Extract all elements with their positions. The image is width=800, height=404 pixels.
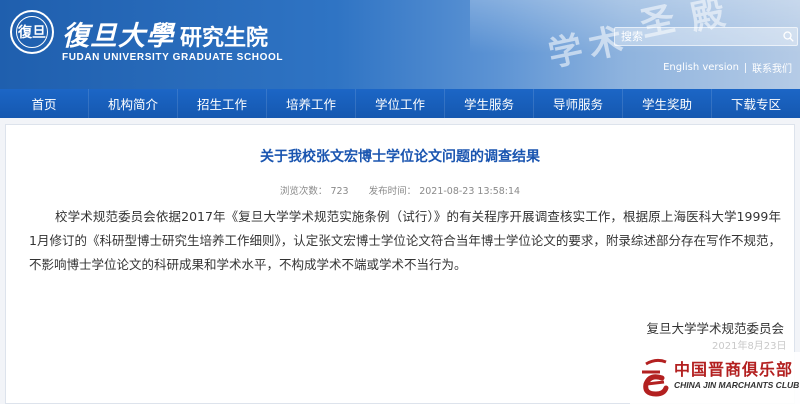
published-time: 2021-08-23 13:58:14	[419, 186, 521, 197]
nav-item-about[interactable]: 机构简介	[89, 89, 178, 118]
site-title-english: FUDAN UNIVERSITY GRADUATE SCHOOL	[62, 52, 284, 63]
university-name: 復旦大學	[62, 21, 174, 52]
nav-item-scholarships[interactable]: 学生奖助	[623, 89, 712, 118]
article-body: 校学术规范委员会依据2017年《复旦大学学术规范实施条例（试行）》的有关程序开展…	[29, 209, 781, 272]
english-version-link[interactable]: English version	[663, 62, 739, 73]
views-label: 浏览次数：	[279, 186, 328, 197]
link-divider	[745, 62, 746, 73]
contact-us-link[interactable]: 联系我们	[752, 60, 792, 75]
nav-item-degrees[interactable]: 学位工作	[356, 89, 445, 118]
search-box	[614, 27, 798, 46]
nav-item-student-services[interactable]: 学生服务	[445, 89, 534, 118]
club-logo-icon	[642, 358, 669, 397]
published-label: 发布时间：	[368, 186, 417, 197]
site-title[interactable]: 復旦大學 研究生院	[62, 14, 268, 53]
banner-calligraphy-char: 学	[544, 28, 587, 76]
search-input[interactable]	[615, 28, 779, 45]
site-header: 学 术 圣 殿 復旦 復旦大學 研究生院 FUDAN UNIVERSITY GRA…	[0, 0, 800, 89]
nav-item-downloads[interactable]: 下载专区	[712, 89, 800, 118]
watermark-en: CHINA JIN MARCHANTS CLUB	[674, 380, 800, 390]
article-date: 2021年8月23日	[712, 341, 787, 352]
article-meta: 浏览次数： 723 发布时间： 2021-08-23 13:58:14	[6, 183, 794, 197]
nav-item-advisor-services[interactable]: 导师服务	[534, 89, 623, 118]
main-nav: 首页 机构简介 招生工作 培养工作 学位工作 学生服务 导师服务 学生奖助 下载…	[0, 89, 800, 118]
nav-item-admissions[interactable]: 招生工作	[178, 89, 267, 118]
watermark-cn: 中国晋商俱乐部	[674, 360, 794, 379]
views-count: 723	[330, 186, 349, 197]
search-icon[interactable]	[779, 28, 797, 45]
nav-item-training[interactable]: 培养工作	[267, 89, 356, 118]
school-name: 研究生院	[180, 26, 269, 51]
nav-item-home[interactable]: 首页	[0, 89, 89, 118]
article-title: 关于我校张文宏博士学位论文问题的调查结果	[260, 149, 540, 165]
logo-emblem: 復旦	[16, 16, 48, 48]
university-logo[interactable]: 復旦	[10, 10, 54, 54]
article-signature: 复旦大学学术规范委员会	[646, 321, 784, 336]
watermark: 中国晋商俱乐部 CHINA JIN MARCHANTS CLUB	[630, 352, 800, 404]
top-links: English version 联系我们	[663, 60, 792, 75]
